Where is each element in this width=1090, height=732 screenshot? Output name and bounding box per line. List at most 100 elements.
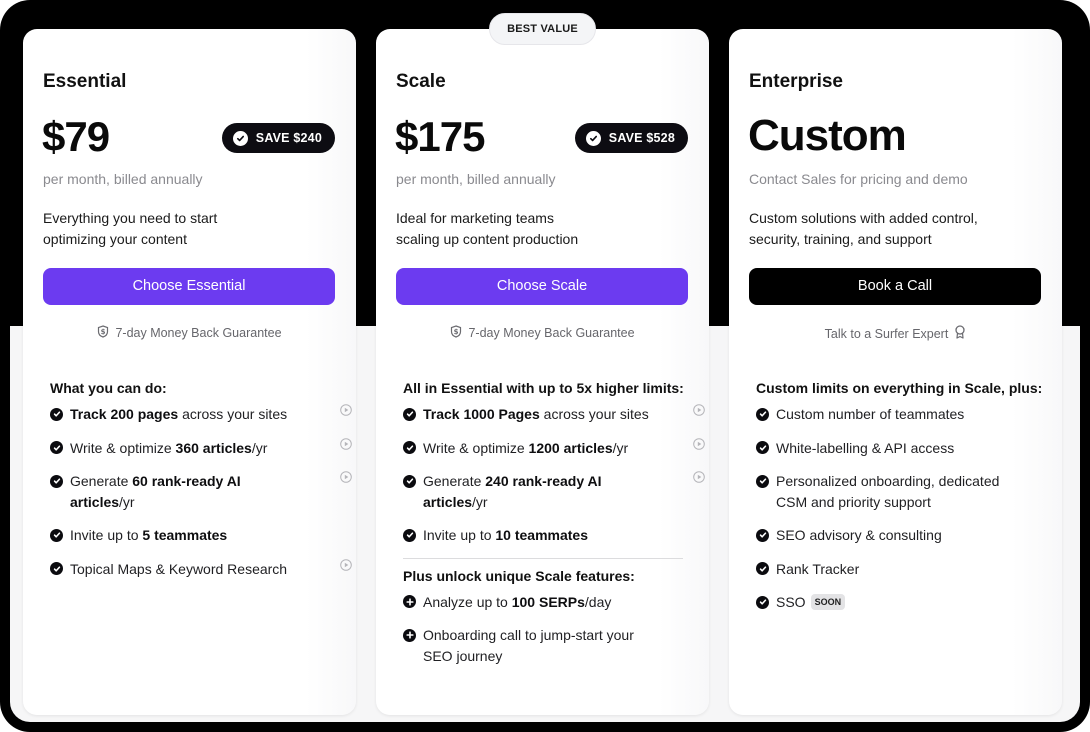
check-circle-icon xyxy=(403,407,416,421)
choose-scale-button[interactable]: Choose Scale xyxy=(396,268,688,305)
plan-description: Custom solutions with added control, sec… xyxy=(749,208,1039,249)
award-ribbon-icon xyxy=(954,325,966,342)
check-circle-icon xyxy=(756,407,769,421)
plan-description-line: scaling up content production xyxy=(396,230,579,247)
feature-item: Track 200 pages across your sites xyxy=(50,404,352,425)
check-circle-icon xyxy=(50,474,63,488)
feature-text: Invite up to xyxy=(70,527,143,543)
feature-text: Generate xyxy=(423,473,486,489)
plan-description: Ideal for marketing teams scaling up con… xyxy=(396,208,686,249)
feature-item: White-labelling & API access xyxy=(756,438,1046,459)
book-a-call-button[interactable]: Book a Call xyxy=(749,268,1041,305)
feature-item: SSO SOON xyxy=(756,592,1046,613)
check-circle-icon xyxy=(403,441,416,454)
check-circle-icon xyxy=(50,441,63,454)
plan-name: Essential xyxy=(43,71,127,92)
feature-item: Write & optimize 360 articles/yr xyxy=(50,437,352,459)
guarantee-label: 7-day Money Back Guarantee xyxy=(115,326,282,340)
feature-item: Onboarding call to jump-start your SEO j… xyxy=(403,625,693,666)
extra-features-heading: Plus unlock unique Scale features: xyxy=(403,567,635,584)
check-circle-icon xyxy=(756,562,769,575)
features-heading: What you can do: xyxy=(50,380,167,396)
feature-text: SEO advisory & consulting xyxy=(776,527,942,543)
feature-bold: Track 200 pages xyxy=(70,406,179,422)
play-video-icon[interactable] xyxy=(340,435,352,456)
feature-item: Generate 60 rank-ready AI articles/yr xyxy=(50,471,352,512)
feature-text: /yr xyxy=(251,439,268,456)
play-video-icon[interactable] xyxy=(340,556,352,577)
plan-description-line: Ideal for marketing teams xyxy=(396,210,554,226)
feature-text: Topical Maps & Keyword Research xyxy=(70,560,288,577)
save-badge: SAVE $240 xyxy=(221,123,335,153)
soon-tag: SOON xyxy=(810,594,846,610)
check-badge-icon xyxy=(232,130,248,146)
feature-text: /day xyxy=(584,593,612,610)
check-circle-icon xyxy=(756,528,769,542)
play-video-icon[interactable] xyxy=(693,435,705,456)
feature-text: SSO xyxy=(776,594,806,610)
features-heading: Custom limits on everything in Scale, pl… xyxy=(756,380,1043,396)
feature-list: All in Essential with up to 5x higher li… xyxy=(403,380,705,679)
check-circle-icon xyxy=(50,528,63,542)
feature-item: SEO advisory & consulting xyxy=(756,525,1046,546)
feature-item: Generate 240 rank-ready AI articles/yr xyxy=(403,471,705,512)
plus-circle-icon xyxy=(403,595,416,608)
best-value-badge: BEST VALUE xyxy=(489,13,596,45)
plan-price: $79 xyxy=(42,113,110,160)
feature-text: Analyze up to xyxy=(423,593,512,610)
plan-card-essential: Essential $79 SAVE $240 per month, bille… xyxy=(23,29,356,715)
billing-note: Contact Sales for pricing and demo xyxy=(749,171,968,187)
feature-text: across your sites xyxy=(178,406,288,422)
feature-item: Analyze up to 100 SERPs/day xyxy=(403,592,693,613)
check-circle-icon xyxy=(756,441,769,454)
feature-text: Personalized onboarding, dedicated CSM a… xyxy=(776,473,1000,510)
plan-description: Everything you need to start optimizing … xyxy=(43,208,333,249)
feature-item: Topical Maps & Keyword Research xyxy=(50,558,352,580)
divider xyxy=(403,557,683,559)
check-badge-icon xyxy=(585,130,601,146)
play-video-icon[interactable] xyxy=(340,468,352,489)
feature-text: Rank Tracker xyxy=(776,560,860,577)
check-circle-icon xyxy=(403,474,416,488)
choose-essential-button[interactable]: Choose Essential xyxy=(43,268,335,305)
plan-price: $175 xyxy=(395,113,485,160)
plan-name: Scale xyxy=(396,71,446,92)
feature-text: Write & optimize xyxy=(70,439,176,456)
play-video-icon[interactable] xyxy=(340,401,352,422)
feature-text: /yr xyxy=(119,493,135,510)
check-circle-icon xyxy=(50,562,63,575)
save-badge: SAVE $528 xyxy=(574,123,688,153)
feature-item: Invite up to 10 teammates xyxy=(403,525,693,546)
play-video-icon[interactable] xyxy=(693,401,705,422)
svg-text:$: $ xyxy=(101,328,106,336)
feature-list: What you can do: Track 200 pages across … xyxy=(50,380,352,592)
feature-text: Custom number of teammates xyxy=(776,406,965,422)
shield-dollar-icon: $ xyxy=(450,325,462,341)
feature-text: /yr xyxy=(472,493,488,510)
feature-bold: Track 1000 Pages xyxy=(423,406,540,422)
feature-item: Custom number of teammates xyxy=(756,404,1046,425)
plan-price: Custom xyxy=(748,111,907,160)
check-circle-icon xyxy=(756,595,769,609)
plan-card-scale: Scale $175 SAVE $528 per month, billed a… xyxy=(376,29,709,715)
check-circle-icon xyxy=(403,528,416,542)
feature-item: Write & optimize 1200 articles/yr xyxy=(403,437,705,459)
plan-description-line: Everything you need to start xyxy=(43,210,218,226)
shield-dollar-icon: $ xyxy=(97,325,109,341)
feature-item: Rank Tracker xyxy=(756,559,1046,580)
play-video-icon[interactable] xyxy=(693,468,705,489)
feature-text: White-labelling & API access xyxy=(776,439,955,456)
page-frame: BEST VALUE Essential $79 SAVE $240 per m… xyxy=(0,0,1090,732)
billing-note: per month, billed annually xyxy=(43,171,203,187)
feature-bold: 100 SERPs xyxy=(511,593,585,610)
feature-bold: 1200 articles xyxy=(528,439,613,456)
feature-text: across your sites xyxy=(539,406,649,422)
save-badge-label: SAVE $240 xyxy=(255,131,322,145)
talk-to-expert: Talk to a Surfer Expert xyxy=(729,325,1062,342)
feature-item: Invite up to 5 teammates xyxy=(50,525,340,546)
feature-text: Write & optimize xyxy=(423,439,529,456)
money-back-guarantee: $ 7-day Money Back Guarantee xyxy=(23,325,356,341)
feature-text: /yr xyxy=(612,439,629,456)
guarantee-label: 7-day Money Back Guarantee xyxy=(468,326,635,340)
money-back-guarantee: $ 7-day Money Back Guarantee xyxy=(376,325,709,341)
